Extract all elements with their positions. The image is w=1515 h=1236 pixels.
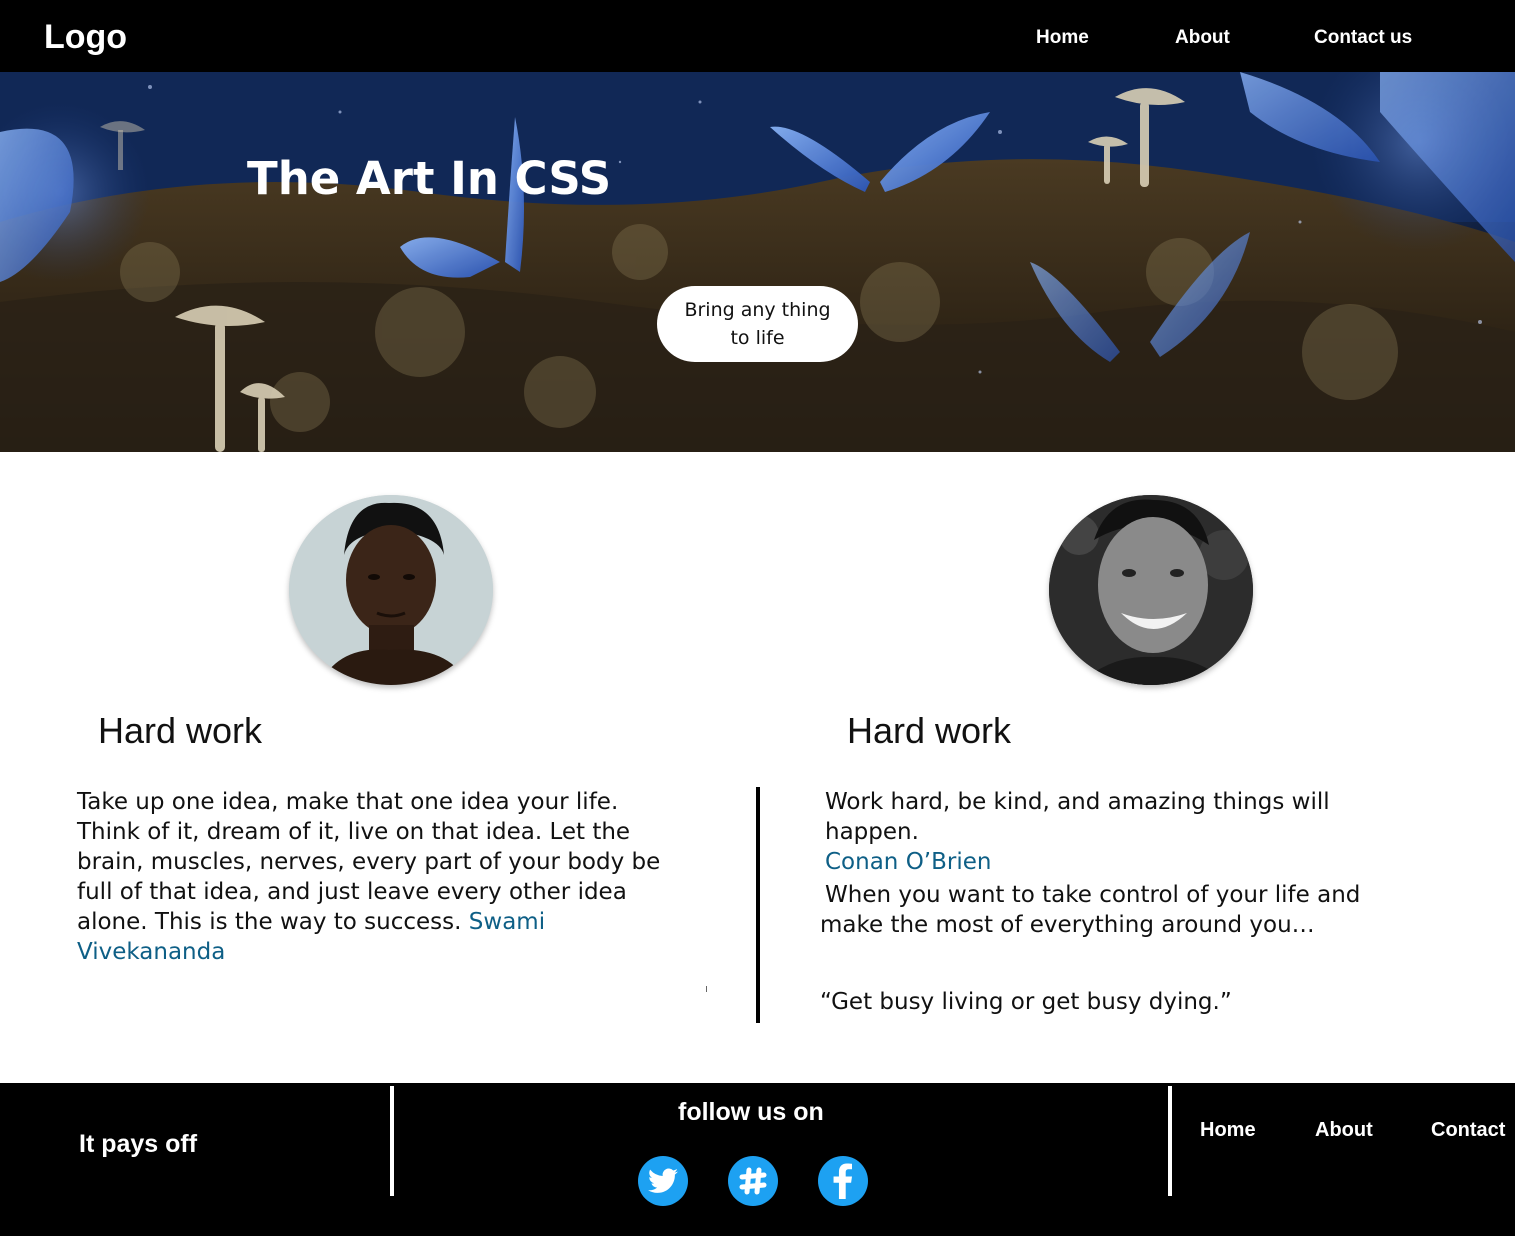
person-portrait-left xyxy=(289,495,493,685)
avatar-left xyxy=(289,495,493,685)
quote-right-1: Work hard, be kind, and amazing things w… xyxy=(825,787,1425,877)
footer-contact-link[interactable]: Contact xyxy=(1431,1119,1505,1142)
follow-label: follow us on xyxy=(678,1098,824,1126)
footer-tagline: It pays off xyxy=(79,1130,198,1158)
footer: It pays off follow us on Home About Cont… xyxy=(0,1083,1515,1236)
quote-right-3: “Get busy living or get busy dying.” xyxy=(820,989,1232,1015)
footer-divider-left xyxy=(390,1086,394,1196)
vertical-divider xyxy=(756,787,760,1023)
hero-banner: The Art In CSS Bring any thing to life xyxy=(0,72,1515,452)
card-heading-left: Hard work xyxy=(98,710,263,751)
quote-left-text: Take up one idea, make that one idea you… xyxy=(77,789,661,935)
quote-left: Take up one idea, make that one idea you… xyxy=(77,787,687,967)
hero-title: The Art In CSS xyxy=(247,152,612,205)
nav-about-link[interactable]: About xyxy=(1175,27,1230,49)
twitter-button[interactable] xyxy=(638,1156,688,1206)
nav-contact-link[interactable]: Contact us xyxy=(1314,27,1412,49)
slack-button[interactable] xyxy=(728,1156,778,1206)
card-heading-right: Hard work xyxy=(847,710,1012,751)
hero-background-image xyxy=(0,72,1515,452)
quote-right-2: When you want to take control of your li… xyxy=(820,882,1361,938)
top-navbar: Logo Home About Contact us xyxy=(0,0,1515,72)
footer-about-link[interactable]: About xyxy=(1315,1119,1373,1142)
avatar-right xyxy=(1049,495,1253,685)
divider-tick xyxy=(706,986,707,992)
logo[interactable]: Logo xyxy=(44,18,127,57)
footer-divider-right xyxy=(1168,1086,1172,1196)
twitter-icon xyxy=(648,1168,678,1193)
footer-home-link[interactable]: Home xyxy=(1200,1119,1256,1142)
slack-icon xyxy=(739,1167,767,1195)
facebook-icon xyxy=(833,1163,852,1199)
nav-home-link[interactable]: Home xyxy=(1036,27,1089,49)
author-link-obrien[interactable]: Conan O’Brien xyxy=(825,849,991,875)
quote-right-1-text: Work hard, be kind, and amazing things w… xyxy=(825,789,1330,845)
cta-button[interactable]: Bring any thing to life xyxy=(657,286,858,362)
person-portrait-right xyxy=(1049,495,1253,685)
facebook-button[interactable] xyxy=(818,1156,868,1206)
